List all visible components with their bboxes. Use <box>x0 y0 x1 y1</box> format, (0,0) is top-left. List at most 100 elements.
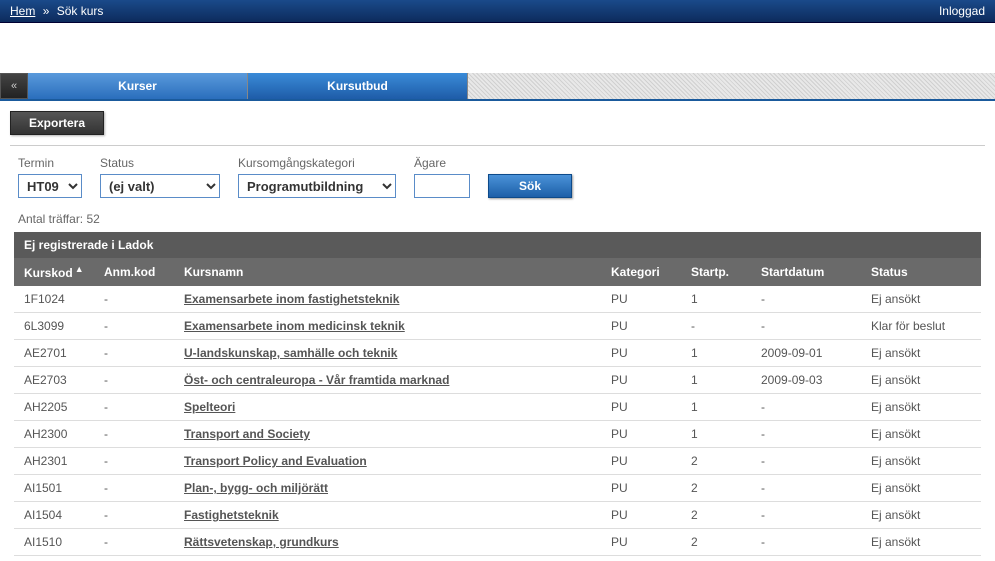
course-link[interactable]: Examensarbete inom fastighetsteknik <box>184 292 399 306</box>
cell-status: Ej ansökt <box>861 502 981 529</box>
toolbar-divider <box>10 145 985 146</box>
results-table: Ej registrerade i Ladok Kurskod▲ Anm.kod… <box>14 232 981 556</box>
cell-kategori: PU <box>601 340 681 367</box>
cell-kursnamn: Rättsvetenskap, grundkurs <box>174 529 601 556</box>
header-startp[interactable]: Startp. <box>681 258 751 286</box>
course-link[interactable]: Fastighetsteknik <box>184 508 279 522</box>
cell-kategori: PU <box>601 313 681 340</box>
termin-select[interactable]: HT09 <box>18 174 82 198</box>
cell-status: Ej ansökt <box>861 529 981 556</box>
filter-status: Status (ej valt) <box>100 156 220 198</box>
tab-kurser[interactable]: Kurser <box>28 73 248 99</box>
header-kurskod[interactable]: Kurskod▲ <box>14 258 94 286</box>
course-link[interactable]: Plan-, bygg- och miljörätt <box>184 481 328 495</box>
kategori-label: Kursomgångskategori <box>238 156 396 170</box>
course-link[interactable]: Spelteori <box>184 400 235 414</box>
course-link[interactable]: Examensarbete inom medicinsk teknik <box>184 319 405 333</box>
tab-kursutbud[interactable]: Kursutbud <box>248 73 468 99</box>
header-startdatum[interactable]: Startdatum <box>751 258 861 286</box>
top-bar: Hem » Sök kurs Inloggad <box>0 0 995 23</box>
cell-kursnamn: Transport and Society <box>174 421 601 448</box>
cell-anmkod: - <box>94 529 174 556</box>
header-anmkod[interactable]: Anm.kod <box>94 258 174 286</box>
table-row: AI1501-Plan-, bygg- och miljörättPU2-Ej … <box>14 475 981 502</box>
header-spacer <box>0 23 995 73</box>
cell-status: Ej ansökt <box>861 367 981 394</box>
table-section-header: Ej registrerade i Ladok <box>14 232 981 258</box>
cell-anmkod: - <box>94 286 174 313</box>
cell-kategori: PU <box>601 502 681 529</box>
cell-status: Ej ansökt <box>861 475 981 502</box>
cell-kurskod: AI1501 <box>14 475 94 502</box>
course-link[interactable]: Rättsvetenskap, grundkurs <box>184 535 339 549</box>
cell-anmkod: - <box>94 313 174 340</box>
course-link[interactable]: U-landskunskap, samhälle och teknik <box>184 346 397 360</box>
filters: Termin HT09 Status (ej valt) Kursomgångs… <box>0 156 995 206</box>
filter-search-wrap: Sök <box>488 174 572 198</box>
cell-startdatum: - <box>751 286 861 313</box>
cell-status: Klar för beslut <box>861 313 981 340</box>
cell-anmkod: - <box>94 502 174 529</box>
cell-kursnamn: Öst- och centraleuropa - Vår framtida ma… <box>174 367 601 394</box>
result-count: Antal träffar: 52 <box>0 206 995 232</box>
cell-startdatum: 2009-09-01 <box>751 340 861 367</box>
course-link[interactable]: Transport and Society <box>184 427 310 441</box>
course-link[interactable]: Öst- och centraleuropa - Vår framtida ma… <box>184 373 449 387</box>
status-select[interactable]: (ej valt) <box>100 174 220 198</box>
search-button[interactable]: Sök <box>488 174 572 198</box>
breadcrumb-home[interactable]: Hem <box>10 4 35 18</box>
cell-startp: 2 <box>681 529 751 556</box>
table-body: 1F1024-Examensarbete inom fastighetstekn… <box>14 286 981 556</box>
cell-status: Ej ansökt <box>861 286 981 313</box>
cell-kategori: PU <box>601 448 681 475</box>
filter-termin: Termin HT09 <box>18 156 82 198</box>
cell-startdatum: - <box>751 394 861 421</box>
cell-startp: 2 <box>681 502 751 529</box>
cell-anmkod: - <box>94 367 174 394</box>
table-row: AH2301-Transport Policy and EvaluationPU… <box>14 448 981 475</box>
course-link[interactable]: Transport Policy and Evaluation <box>184 454 367 468</box>
cell-startdatum: 2009-09-03 <box>751 367 861 394</box>
kategori-select[interactable]: Programutbildning <box>238 174 396 198</box>
cell-startp: 1 <box>681 394 751 421</box>
result-count-label: Antal träffar: <box>18 212 83 226</box>
header-kursnamn[interactable]: Kursnamn <box>174 258 601 286</box>
table-row: 6L3099-Examensarbete inom medicinsk tekn… <box>14 313 981 340</box>
table-row: AE2701-U-landskunskap, samhälle och tekn… <box>14 340 981 367</box>
cell-anmkod: - <box>94 475 174 502</box>
export-button[interactable]: Exportera <box>10 111 104 135</box>
tab-back-button[interactable]: « <box>0 73 28 99</box>
header-kategori[interactable]: Kategori <box>601 258 681 286</box>
cell-anmkod: - <box>94 394 174 421</box>
cell-startp: 2 <box>681 448 751 475</box>
agare-input[interactable] <box>414 174 470 198</box>
cell-anmkod: - <box>94 448 174 475</box>
table-column-headers: Kurskod▲ Anm.kod Kursnamn Kategori Start… <box>14 258 981 286</box>
breadcrumb-current: Sök kurs <box>57 4 104 18</box>
cell-startdatum: - <box>751 313 861 340</box>
cell-kurskod: AI1504 <box>14 502 94 529</box>
sort-asc-icon: ▲ <box>75 264 84 274</box>
toolbar: Exportera <box>0 101 995 145</box>
cell-startp: - <box>681 313 751 340</box>
cell-status: Ej ansökt <box>861 394 981 421</box>
cell-kategori: PU <box>601 286 681 313</box>
cell-startdatum: - <box>751 421 861 448</box>
table-row: AE2703-Öst- och centraleuropa - Vår fram… <box>14 367 981 394</box>
agare-label: Ägare <box>414 156 470 170</box>
filter-kategori: Kursomgångskategori Programutbildning <box>238 156 396 198</box>
table-section-title: Ej registrerade i Ladok <box>14 232 981 258</box>
cell-startp: 1 <box>681 286 751 313</box>
cell-startdatum: - <box>751 529 861 556</box>
table-row: AH2300-Transport and SocietyPU1-Ej ansök… <box>14 421 981 448</box>
results-table-container: Ej registrerade i Ladok Kurskod▲ Anm.kod… <box>14 232 981 556</box>
cell-startdatum: - <box>751 475 861 502</box>
cell-kursnamn: Fastighetsteknik <box>174 502 601 529</box>
header-status[interactable]: Status <box>861 258 981 286</box>
termin-label: Termin <box>18 156 82 170</box>
tab-row: « Kurser Kursutbud <box>0 73 995 101</box>
breadcrumb: Hem » Sök kurs <box>10 4 103 18</box>
filter-agare: Ägare <box>414 156 470 198</box>
cell-kategori: PU <box>601 367 681 394</box>
cell-kurskod: 1F1024 <box>14 286 94 313</box>
